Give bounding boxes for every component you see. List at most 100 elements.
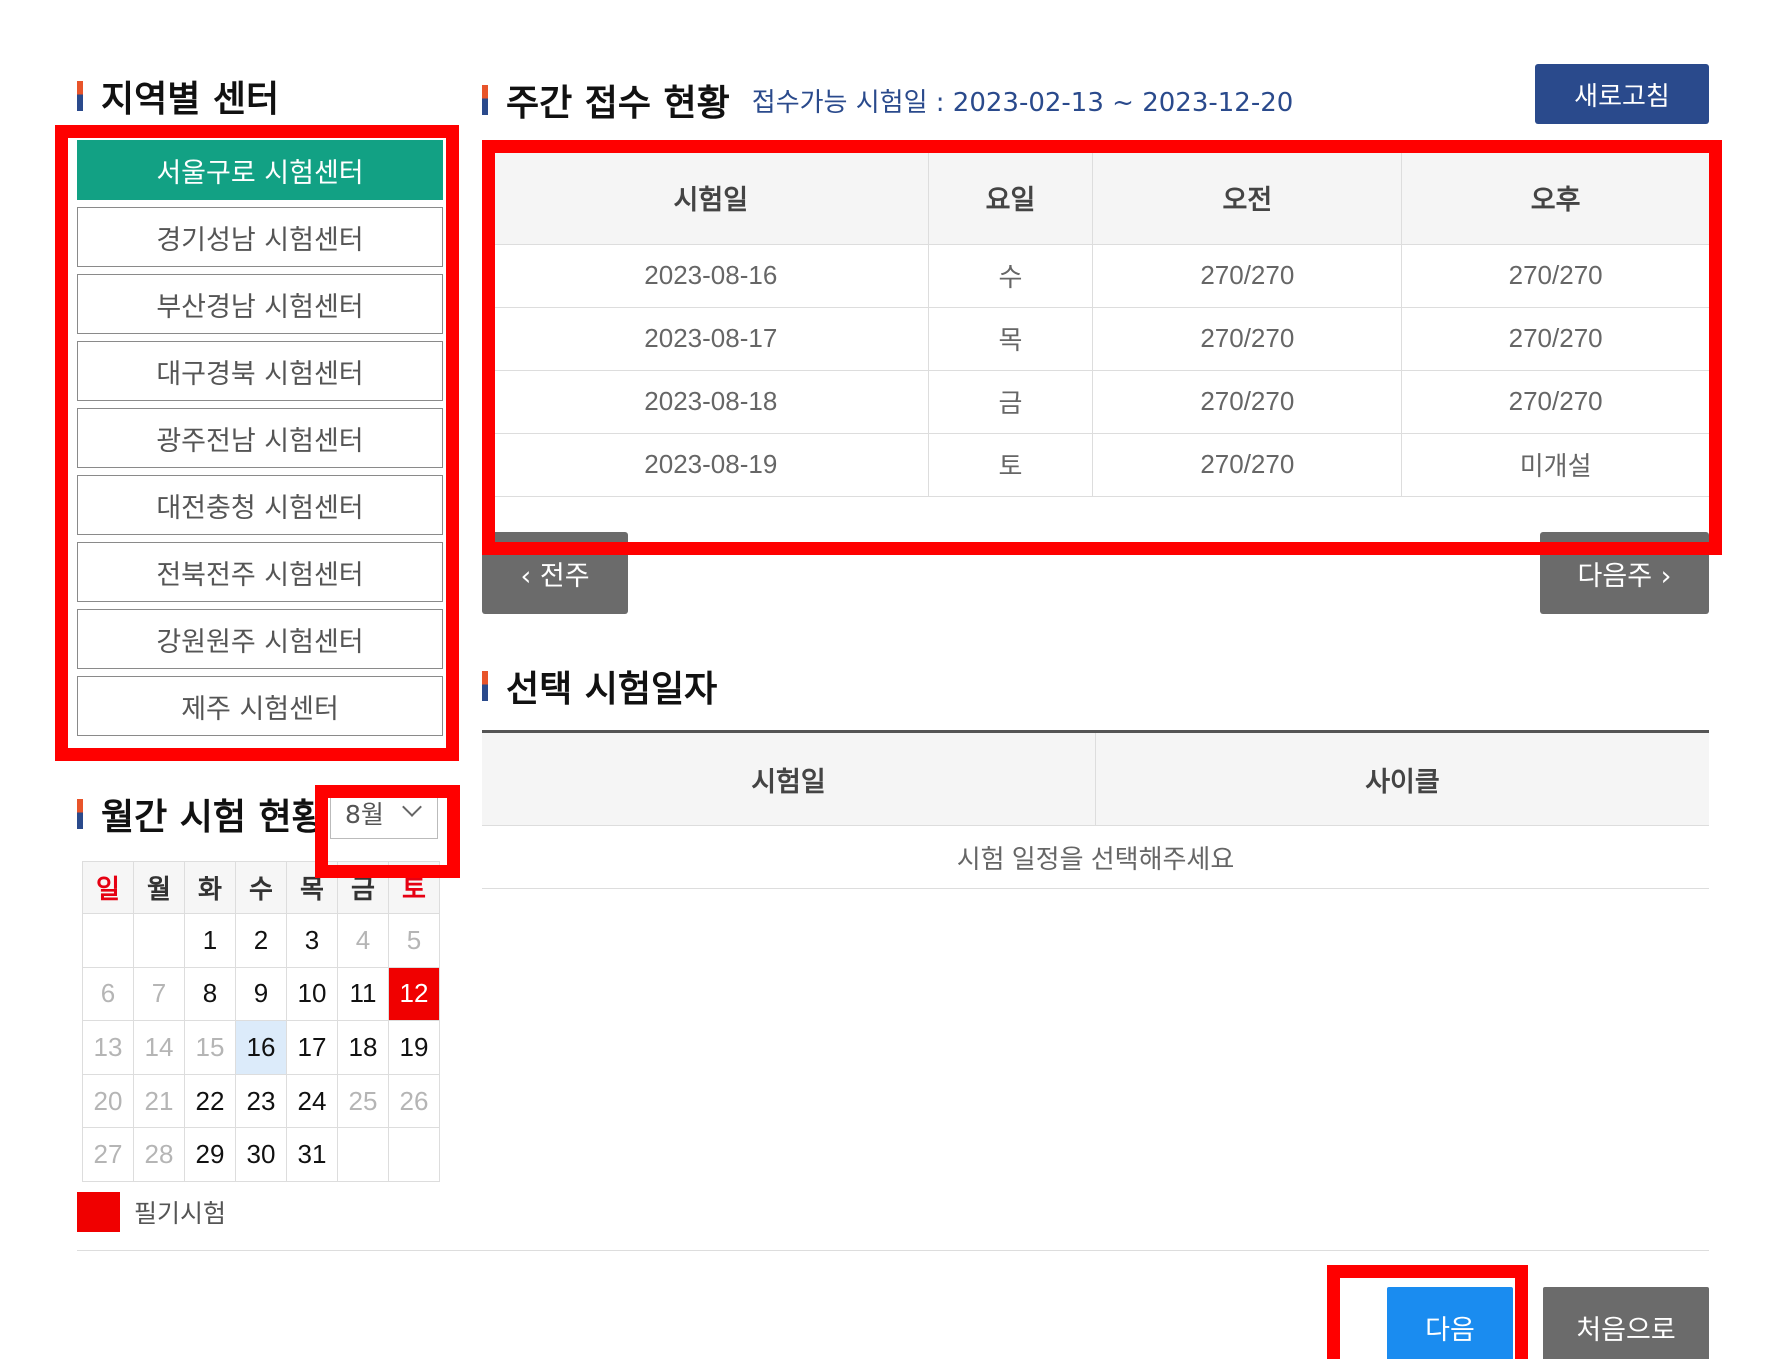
calendar-day[interactable]: 24 [286,1073,338,1129]
calendar-day[interactable]: 17 [286,1020,338,1075]
weekly-cell: 금 [928,369,1094,433]
calendar-day[interactable]: 31 [286,1127,338,1182]
weekly-row[interactable]: 2023-08-18 금 270/270 270/270 [494,369,1709,433]
calendar-day[interactable]: 28 [133,1127,185,1182]
calendar-day[interactable]: 30 [235,1127,287,1182]
calendar-day[interactable]: 4 [337,913,389,968]
weekday-header: 월 [133,861,185,914]
weekday-header: 토 [388,861,440,914]
monthly-title-text: 월간 시험 현황 [101,797,325,838]
title-bar-icon [77,799,83,829]
weekday-header: 목 [286,861,338,914]
region-button[interactable]: 부산경남 시험센터 [77,274,443,334]
calendar-legend: 필기시험 [77,1192,226,1232]
weekly-header-cell: 요일 [928,152,1094,244]
calendar-day[interactable]: 11 [337,966,389,1022]
weekly-cell: 2023-08-19 [494,432,929,497]
calendar-day[interactable]: 29 [184,1127,236,1182]
calendar-day[interactable]: 1 [184,913,236,968]
weekly-cell[interactable]: 270/270 [1401,306,1709,370]
calendar-empty-cell [133,913,185,968]
monthly-section-title: 월간 시험 현황 [77,788,325,840]
calendar-day[interactable]: 6 [82,966,134,1022]
region-button[interactable]: 서울구로 시험센터 [77,140,443,200]
region-button[interactable]: 대구경북 시험센터 [77,341,443,401]
calendar-week: 13 14 15 16 17 18 19 [82,1020,440,1075]
title-bar-icon [482,85,488,115]
calendar-empty-cell [82,913,134,968]
weekly-cell[interactable]: 270/270 [1092,432,1403,497]
calendar-day[interactable]: 9 [235,966,287,1022]
calendar-day[interactable]: 5 [388,913,440,968]
weekly-cell: 2023-08-16 [494,243,929,307]
refresh-button[interactable]: 새로고침 [1535,64,1709,124]
region-button[interactable]: 경기성남 시험센터 [77,207,443,267]
selected-date-table: 시험일 사이클 시험 일정을 선택해주세요 [482,730,1709,889]
region-button[interactable]: 제주 시험센터 [77,676,443,736]
calendar-day[interactable]: 18 [337,1020,389,1075]
month-select[interactable]: 8월 [330,787,438,839]
weekly-cell[interactable]: 미개설 [1401,432,1709,497]
selected-title-text: 선택 시험일자 [506,669,718,710]
weekly-header-cell: 시험일 [494,152,929,244]
calendar-day[interactable]: 25 [337,1073,389,1129]
weekly-cell: 토 [928,432,1094,497]
calendar-week: 20 21 22 23 24 25 26 [82,1073,440,1129]
go-first-button[interactable]: 처음으로 [1543,1287,1709,1359]
footer-divider [77,1250,1709,1251]
calendar-day[interactable]: 26 [388,1073,440,1129]
calendar-day[interactable]: 22 [184,1073,236,1129]
calendar-week: 6 7 8 9 10 11 12 [82,966,440,1022]
region-title-text: 지역별 센터 [101,79,280,120]
calendar-day[interactable]: 20 [82,1073,134,1129]
calendar-empty-cell [337,1127,389,1182]
weekly-row[interactable]: 2023-08-17 목 270/270 270/270 [494,306,1709,370]
weekday-header: 금 [337,861,389,914]
calendar-day[interactable]: 14 [133,1020,185,1075]
calendar-day[interactable]: 7 [133,966,185,1022]
calendar-week: 27 28 29 30 31 [82,1127,440,1182]
calendar-day[interactable]: 12 [388,966,440,1022]
calendar-day[interactable]: 2 [235,913,287,968]
calendar-day[interactable]: 21 [133,1073,185,1129]
weekly-row[interactable]: 2023-08-16 수 270/270 270/270 [494,243,1709,307]
calendar-day[interactable]: 16 [235,1020,287,1075]
selected-header-cycle: 사이클 [1095,731,1709,826]
selected-empty-message: 시험 일정을 선택해주세요 [482,825,1709,889]
region-button[interactable]: 광주전남 시험센터 [77,408,443,468]
region-button[interactable]: 강원원주 시험센터 [77,609,443,669]
calendar-day[interactable]: 27 [82,1127,134,1182]
weekly-section-title: 주간 접수 현황 접수가능 시험일 : 2023-02-13 ~ 2023-12… [482,74,1293,126]
weekly-row[interactable]: 2023-08-19 토 270/270 미개설 [494,432,1709,497]
weekly-title-text: 주간 접수 현황 [506,83,730,124]
month-select-value: 8월 [345,800,384,829]
weekly-header-cell: 오전 [1092,152,1403,244]
weekly-cell[interactable]: 270/270 [1092,306,1403,370]
weekly-cell: 2023-08-17 [494,306,929,370]
weekday-header: 화 [184,861,236,914]
weekly-cell: 2023-08-18 [494,369,929,433]
legend-label: 필기시험 [134,1199,227,1228]
region-list: 서울구로 시험센터경기성남 시험센터부산경남 시험센터대구경북 시험센터광주전남… [77,140,443,743]
weekly-cell[interactable]: 270/270 [1401,243,1709,307]
next-week-button[interactable]: 다음주 › [1540,532,1709,614]
month-calendar: 일월화수목금토 1 2 3 4 5 6 7 8 9 10 11 12 13 14 15 16 17 18 19 20 2… [82,861,440,1182]
region-button[interactable]: 대전충청 시험센터 [77,475,443,535]
calendar-day[interactable]: 8 [184,966,236,1022]
weekly-cell[interactable]: 270/270 [1401,369,1709,433]
calendar-day[interactable]: 19 [388,1020,440,1075]
weekly-cell[interactable]: 270/270 [1092,369,1403,433]
chevron-down-icon [402,797,422,817]
weekly-cell[interactable]: 270/270 [1092,243,1403,307]
calendar-day[interactable]: 10 [286,966,338,1022]
calendar-day[interactable]: 23 [235,1073,287,1129]
weekday-header: 수 [235,861,287,914]
exam-legend-swatch [77,1192,120,1232]
region-button[interactable]: 전북전주 시험센터 [77,542,443,602]
calendar-day[interactable]: 15 [184,1020,236,1075]
next-button[interactable]: 다음 [1387,1287,1513,1359]
prev-week-button[interactable]: ‹ 전주 [482,532,628,614]
calendar-day[interactable]: 13 [82,1020,134,1075]
title-bar-icon [77,81,83,111]
calendar-day[interactable]: 3 [286,913,338,968]
